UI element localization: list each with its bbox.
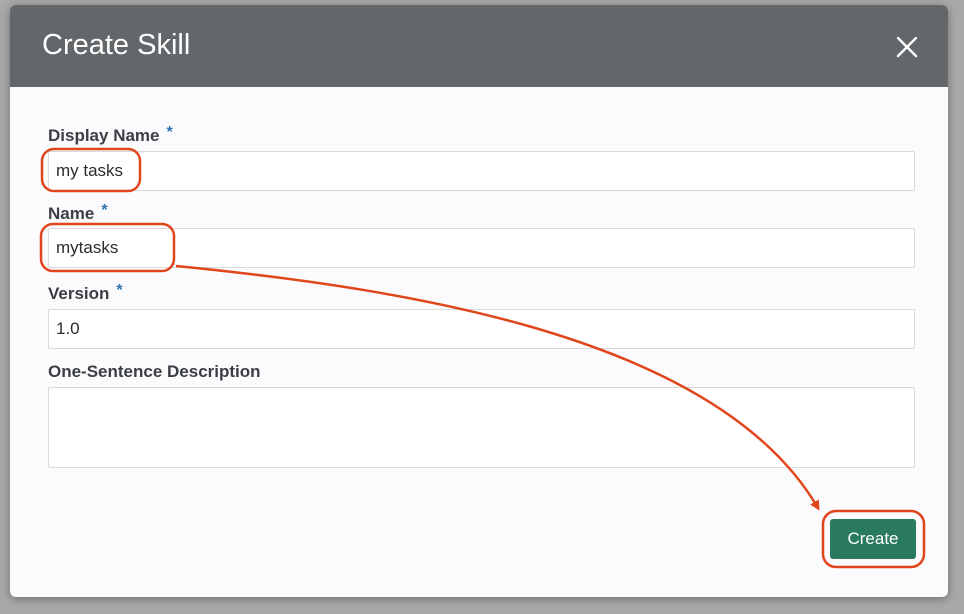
dialog-header: Create Skill — [10, 5, 948, 87]
required-marker: * — [116, 282, 123, 299]
create-skill-dialog: Create Skill Display Name * Name * Version… — [10, 5, 948, 597]
description-label: One-Sentence Description — [48, 362, 261, 382]
name-label: Name * — [48, 202, 108, 225]
required-marker: * — [166, 124, 173, 141]
description-label-text: One-Sentence Description — [48, 362, 261, 381]
name-label-text: Name — [48, 204, 95, 223]
display-name-input[interactable] — [48, 151, 915, 191]
display-name-label: Display Name * — [48, 124, 173, 147]
create-button[interactable]: Create — [830, 519, 916, 559]
required-marker: * — [101, 202, 108, 219]
display-name-label-text: Display Name — [48, 126, 160, 145]
description-textarea[interactable] — [48, 387, 915, 468]
name-input[interactable] — [48, 228, 915, 268]
version-label: Version * — [48, 282, 123, 305]
version-input[interactable] — [48, 309, 915, 349]
dialog-title: Create Skill — [42, 29, 191, 61]
close-icon[interactable] — [894, 34, 920, 60]
version-label-text: Version — [48, 284, 110, 303]
